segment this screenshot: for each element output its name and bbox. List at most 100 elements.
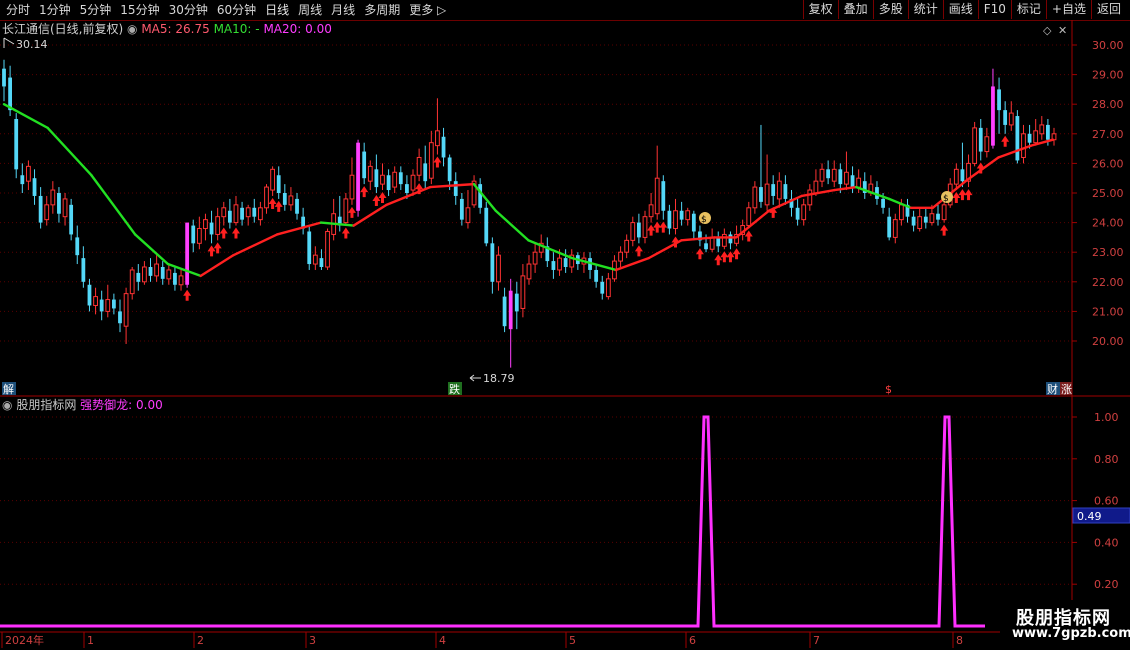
candle-body bbox=[819, 168, 825, 182]
candle-body bbox=[759, 187, 763, 202]
up-arrow-icon bbox=[372, 195, 381, 206]
indicator-tick-label: 0.60 bbox=[1094, 495, 1119, 508]
candle-body bbox=[270, 168, 275, 191]
candle-body bbox=[307, 231, 312, 265]
high-marker-icon bbox=[3, 37, 15, 48]
candle-body bbox=[2, 68, 6, 87]
candle-body bbox=[856, 177, 862, 188]
candle-body bbox=[44, 204, 50, 221]
candle-body bbox=[716, 237, 721, 247]
diamond-icon[interactable]: ◇ bbox=[1043, 24, 1052, 37]
candle-body bbox=[8, 77, 12, 111]
candle-body bbox=[1008, 112, 1014, 126]
low-marker-icon bbox=[469, 374, 481, 382]
indicator-grid bbox=[0, 416, 1072, 585]
candle-body bbox=[154, 263, 160, 277]
indicator-line bbox=[0, 415, 985, 628]
up-arrow-icon bbox=[274, 200, 283, 212]
low-price-label: 18.79 bbox=[483, 372, 515, 385]
candle-body bbox=[728, 234, 733, 244]
up-arrow-icon bbox=[964, 189, 973, 201]
up-arrow-icon bbox=[659, 221, 668, 233]
candle-body bbox=[465, 207, 471, 224]
price-grid bbox=[0, 44, 1072, 342]
candle-body bbox=[191, 225, 196, 244]
candle-body bbox=[642, 216, 648, 238]
candle-body bbox=[661, 181, 666, 211]
ma-segment bbox=[90, 174, 137, 236]
ma-segment bbox=[494, 209, 530, 242]
candle-body bbox=[807, 189, 813, 206]
candle-body bbox=[654, 177, 660, 215]
candle-body bbox=[1027, 133, 1032, 143]
candle-body bbox=[69, 204, 74, 235]
candle-body bbox=[557, 257, 562, 271]
candle-body bbox=[991, 86, 995, 146]
candle-body bbox=[423, 163, 428, 182]
candle-body bbox=[398, 172, 403, 185]
candle-body bbox=[685, 210, 691, 221]
candle-body bbox=[38, 195, 43, 223]
candle-body bbox=[850, 175, 855, 188]
candle-body bbox=[166, 269, 172, 280]
price-tick-label: 30.00 bbox=[1092, 39, 1124, 52]
candle-body bbox=[240, 207, 244, 220]
watermark-url: www.7gpzb.com bbox=[1012, 626, 1130, 641]
price-axis: 30.00 29.00 28.00 27.00 26.00 25.00 24.00 23.00… bbox=[1072, 39, 1124, 348]
candle-body bbox=[1039, 124, 1045, 135]
time-tick-label: 5 bbox=[569, 634, 576, 647]
candle-body bbox=[478, 184, 483, 208]
dollar-tag[interactable]: $ bbox=[885, 383, 892, 396]
cai-tag[interactable]: 财 bbox=[1047, 382, 1058, 396]
zhang-tag[interactable]: 涨 bbox=[1061, 383, 1072, 396]
candle-body bbox=[99, 299, 104, 312]
candle-body bbox=[709, 236, 715, 250]
indicator-path bbox=[0, 415, 985, 628]
price-tick-label: 28.00 bbox=[1092, 98, 1124, 111]
price-tick-label: 22.00 bbox=[1092, 276, 1124, 289]
kline-chart[interactable]: 30.00 29.00 28.00 27.00 26.00 25.00 24.00 23.00… bbox=[0, 0, 1130, 650]
candle-body bbox=[997, 89, 1001, 111]
candle-body bbox=[288, 195, 294, 206]
time-tick-label: 6 bbox=[689, 634, 696, 647]
chart-frame bbox=[0, 20, 1130, 633]
candle-body bbox=[447, 157, 452, 182]
candle-body bbox=[14, 119, 19, 170]
candle-body bbox=[233, 204, 239, 224]
time-tick-label: 7 bbox=[813, 634, 820, 647]
candle-body bbox=[148, 267, 153, 276]
price-tick-label: 25.00 bbox=[1092, 187, 1124, 200]
up-arrow-icon bbox=[341, 227, 350, 239]
candle-body bbox=[459, 198, 464, 220]
candle-body bbox=[1015, 116, 1020, 161]
candle-body bbox=[978, 127, 983, 152]
candle-body bbox=[20, 175, 25, 185]
candle-body bbox=[960, 169, 965, 182]
candle-body bbox=[32, 178, 37, 196]
time-tick-label: 4 bbox=[439, 634, 446, 647]
candle-body bbox=[405, 184, 409, 193]
jie-tag[interactable]: 解 bbox=[3, 382, 14, 396]
candle-body bbox=[691, 213, 696, 232]
candle-body bbox=[600, 281, 605, 294]
up-arrow-icon bbox=[268, 197, 277, 209]
candle-body bbox=[362, 151, 367, 179]
candle-body bbox=[490, 243, 495, 282]
candle-body bbox=[526, 263, 532, 280]
indicator-tick-label: 0.80 bbox=[1094, 453, 1119, 466]
candle-body bbox=[392, 171, 398, 188]
candle-body bbox=[227, 210, 232, 223]
time-tick-label: 1 bbox=[87, 634, 94, 647]
candle-body bbox=[771, 184, 776, 196]
candle-body bbox=[936, 213, 940, 220]
up-arrow-icon bbox=[695, 248, 704, 260]
candle-body bbox=[129, 269, 135, 295]
die-tag[interactable]: 跌 bbox=[449, 382, 460, 396]
ma-segment bbox=[166, 262, 202, 278]
time-tick-label: 2 bbox=[197, 634, 204, 647]
candle-body bbox=[26, 165, 31, 182]
close-icon[interactable]: ✕ bbox=[1058, 24, 1067, 37]
candle-body bbox=[484, 207, 489, 244]
candle-body bbox=[123, 293, 129, 327]
candle-body bbox=[953, 168, 959, 185]
